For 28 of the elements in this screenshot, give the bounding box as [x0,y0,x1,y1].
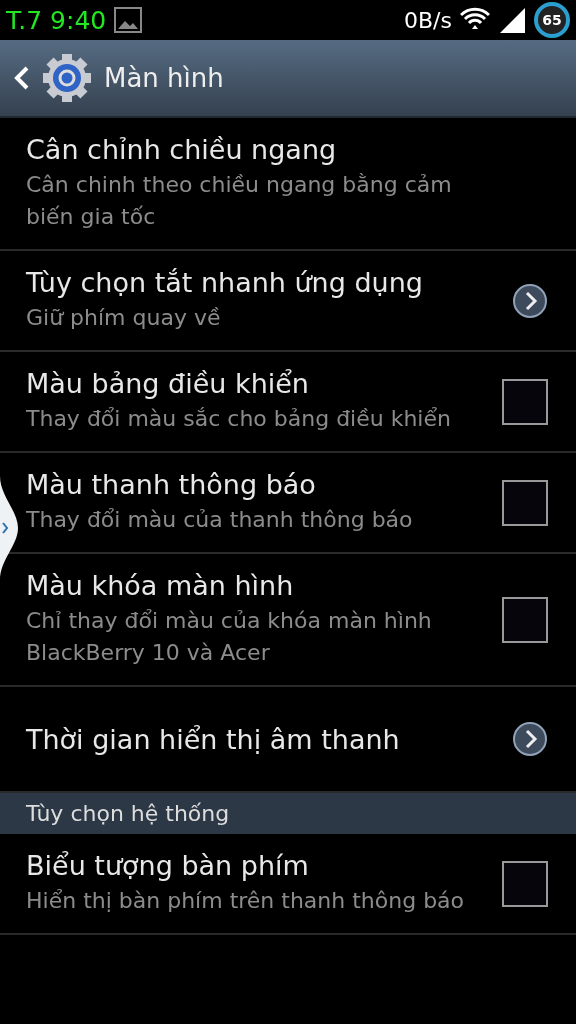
setting-title: Cân chỉnh chiều ngang [26,134,338,165]
setting-title: Màu bảng điều khiển [26,368,310,399]
setting-summary: Thay đổi màu sắc cho bảng điều khiển [26,405,452,433]
status-time: T.7 9:40 [6,5,107,35]
chevron-right-icon[interactable] [512,721,548,757]
setting-summary: Thay đổi màu của thanh thông báo [26,506,414,534]
section-header: Tùy chọn hệ thống [0,793,576,834]
setting-summary: Hiển thị bàn phím trên thanh thông báo [26,887,466,915]
checkbox[interactable] [502,860,548,907]
image-icon [114,7,143,33]
setting-title: Màu thanh thông báo [26,469,317,500]
network-speed: 0B/s [404,7,452,33]
setting-title: Tùy chọn tắt nhanh ứng dụng [26,267,424,298]
setting-title: Thời gian hiển thị âm thanh [26,723,401,755]
checkbox[interactable] [502,479,548,526]
signal-icon [498,6,526,34]
setting-title: Biểu tượng bàn phím [26,850,310,881]
gear-icon [42,53,92,103]
setting-summary: Giữ phím quay về [26,304,222,332]
back-icon[interactable] [12,65,30,91]
battery-indicator: 65 [534,2,570,38]
checkbox[interactable] [502,596,548,643]
checkbox[interactable] [502,378,548,425]
chevron-right-icon[interactable] [512,282,548,319]
setting-summary: Chỉ thay đổi màu của khóa màn hình BlackBerry 10 và Acer [26,607,433,667]
setting-summary: Cân chinh theo chiều ngang bằng cảm biến gia tốc [26,171,453,231]
setting-title: Màu khóa màn hình [26,570,295,601]
screen-title: Màn hình [104,63,224,93]
